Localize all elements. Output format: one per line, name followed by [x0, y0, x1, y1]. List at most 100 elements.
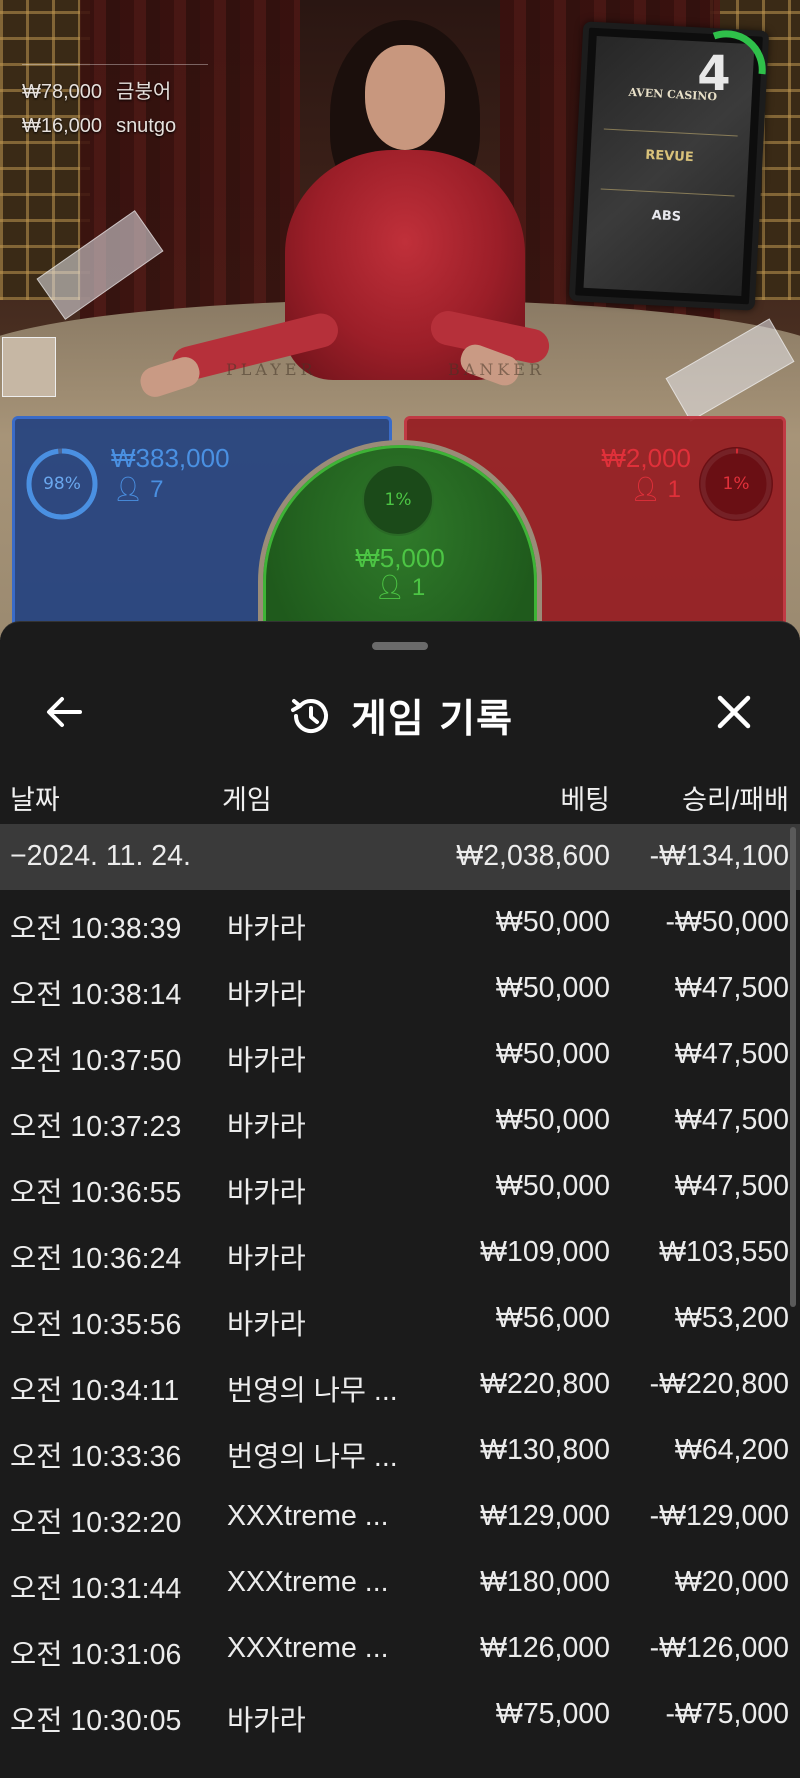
row-result: ₩64,200	[674, 1434, 789, 1466]
tie-percent: 1%	[384, 490, 412, 510]
column-result: 승리/패배	[682, 785, 789, 815]
row-game: XXXtreme ...	[227, 1632, 389, 1664]
row-result: ₩47,500	[674, 1038, 789, 1070]
table-row[interactable]: 오전 10:36:24 바카라 ₩109,000 ₩103,550	[0, 1220, 800, 1286]
table-row[interactable]: 오전 10:38:14 바카라 ₩50,000 ₩47,500	[0, 956, 800, 1022]
row-time: 오전 10:30:05	[10, 1705, 182, 1737]
history-table: −2024. 11. 24. ₩2,038,600 -₩134,100 오전 1…	[0, 824, 800, 1748]
row-bet: ₩130,800	[480, 1434, 610, 1466]
tie-count: 👤︎ 1	[374, 574, 426, 601]
row-result: -₩129,000	[649, 1500, 789, 1532]
bettor-amount: ₩16,000	[22, 115, 103, 137]
group-date: −2024. 11. 24.	[10, 840, 191, 872]
group-bet-total: ₩2,038,600	[456, 840, 610, 872]
table-row[interactable]: 오전 10:31:06 XXXtreme ... ₩126,000 -₩126,000	[0, 1616, 800, 1682]
row-bet: ₩50,000	[495, 972, 610, 1004]
dealer-face	[365, 45, 445, 150]
row-result: -₩126,000	[649, 1632, 789, 1664]
felt-label-banker: BANKER	[448, 360, 545, 379]
person-icon: 👤︎	[113, 476, 144, 503]
scrollbar[interactable]	[790, 827, 796, 1307]
table-row[interactable]: 오전 10:30:05 바카라 ₩75,000 -₩75,000	[0, 1682, 800, 1748]
row-time: 오전 10:36:24	[10, 1243, 182, 1275]
row-bet: ₩56,000	[495, 1302, 610, 1334]
row-bet: ₩109,000	[480, 1236, 610, 1268]
row-time: 오전 10:31:06	[10, 1639, 182, 1671]
row-time: 오전 10:38:39	[10, 913, 182, 945]
row-time: 오전 10:36:55	[10, 1177, 182, 1209]
row-result: -₩50,000	[665, 906, 789, 938]
close-button[interactable]	[706, 684, 762, 740]
tie-amount: ₩5,000	[355, 543, 445, 573]
sheet-drag-handle[interactable]	[372, 642, 428, 650]
player-amount: ₩383,000	[111, 443, 230, 473]
close-icon	[717, 695, 751, 729]
table-header: 날짜 게임 베팅 승리/패배	[0, 766, 800, 826]
bettor-name: snutgo	[116, 115, 177, 137]
row-bet: ₩180,000	[480, 1566, 610, 1598]
row-game: 바카라	[227, 979, 306, 1011]
table-row[interactable]: 오전 10:37:50 바카라 ₩50,000 ₩47,500	[0, 1022, 800, 1088]
player-count: 👤︎ 7	[113, 476, 164, 503]
row-bet: ₩50,000	[495, 1104, 610, 1136]
person-icon: 👤︎	[374, 574, 406, 601]
row-time: 오전 10:32:20	[10, 1507, 182, 1539]
row-result: ₩47,500	[674, 1104, 789, 1136]
row-result: ₩103,550	[659, 1236, 789, 1268]
column-bet: 베팅	[560, 785, 610, 815]
bettor-name: 금붕어	[116, 81, 172, 103]
row-time: 오전 10:35:56	[10, 1309, 182, 1341]
row-result: ₩47,500	[674, 972, 789, 1004]
table-row[interactable]: 오전 10:37:23 바카라 ₩50,000 ₩47,500	[0, 1088, 800, 1154]
row-time: 오전 10:34:11	[10, 1375, 180, 1407]
table-row[interactable]: 오전 10:32:20 XXXtreme ... ₩129,000 -₩129,000	[0, 1484, 800, 1550]
column-date: 날짜	[10, 785, 60, 815]
column-game: 게임	[222, 785, 272, 815]
date-group-row[interactable]: −2024. 11. 24. ₩2,038,600 -₩134,100	[0, 824, 800, 890]
bettor-row: ₩16,000 snutgo	[22, 109, 208, 143]
banker-percent-ring: 1%	[699, 447, 773, 521]
card-count: 4	[697, 46, 731, 102]
row-result: ₩20,000	[674, 1566, 789, 1598]
player-percent: 98%	[43, 474, 81, 494]
table-row[interactable]: 오전 10:31:44 XXXtreme ... ₩180,000 ₩20,000	[0, 1550, 800, 1616]
row-game: 바카라	[227, 1045, 306, 1077]
row-bet: ₩129,000	[480, 1500, 610, 1532]
table-row[interactable]: 오전 10:33:36 번영의 나무 ... ₩130,800 ₩64,200	[0, 1418, 800, 1484]
history-clock-icon	[290, 699, 328, 733]
row-time: 오전 10:33:36	[10, 1441, 182, 1473]
row-game: 바카라	[227, 1309, 306, 1341]
table-row[interactable]: 오전 10:35:56 바카라 ₩56,000 ₩53,200	[0, 1286, 800, 1352]
row-result: -₩75,000	[665, 1698, 789, 1730]
sheet-header: 게임 기록	[0, 666, 800, 766]
sheet-title: 게임 기록	[0, 688, 800, 744]
row-result: ₩47,500	[674, 1170, 789, 1202]
row-game: 바카라	[227, 913, 306, 945]
row-game: 번영의 나무 ...	[227, 1441, 398, 1473]
person-icon: 👤︎	[630, 476, 661, 503]
table-row[interactable]: 오전 10:38:39 바카라 ₩50,000 -₩50,000	[0, 890, 800, 956]
row-bet: ₩75,000	[495, 1698, 610, 1730]
row-bet: ₩50,000	[495, 1170, 610, 1202]
table-row[interactable]: 오전 10:36:55 바카라 ₩50,000 ₩47,500	[0, 1154, 800, 1220]
row-bet: ₩126,000	[480, 1632, 610, 1664]
table-row[interactable]: 오전 10:34:11 번영의 나무 ... ₩220,800 -₩220,800	[0, 1352, 800, 1418]
row-game: XXXtreme ...	[227, 1500, 389, 1532]
row-game: 바카라	[227, 1705, 306, 1737]
row-game: 번영의 나무 ...	[227, 1375, 398, 1407]
felt-label-player: PLAYER	[226, 360, 317, 379]
tie-percent-ring: 1%	[362, 464, 434, 536]
page-title: 게임 기록	[350, 697, 514, 742]
row-time: 오전 10:31:44	[10, 1573, 182, 1605]
row-game: 바카라	[227, 1177, 306, 1209]
row-bet: ₩50,000	[495, 1038, 610, 1070]
banker-count: 👤︎ 1	[630, 476, 682, 503]
row-bet: ₩50,000	[495, 906, 610, 938]
card-box	[2, 337, 56, 397]
bettor-row: ₩78,000 금붕어	[22, 75, 208, 109]
player-percent-ring: 98%	[25, 447, 99, 521]
row-time: 오전 10:37:23	[10, 1111, 182, 1143]
bettor-amount: ₩78,000	[22, 81, 103, 103]
row-result: ₩53,200	[674, 1302, 789, 1334]
row-game: 바카라	[227, 1243, 306, 1275]
